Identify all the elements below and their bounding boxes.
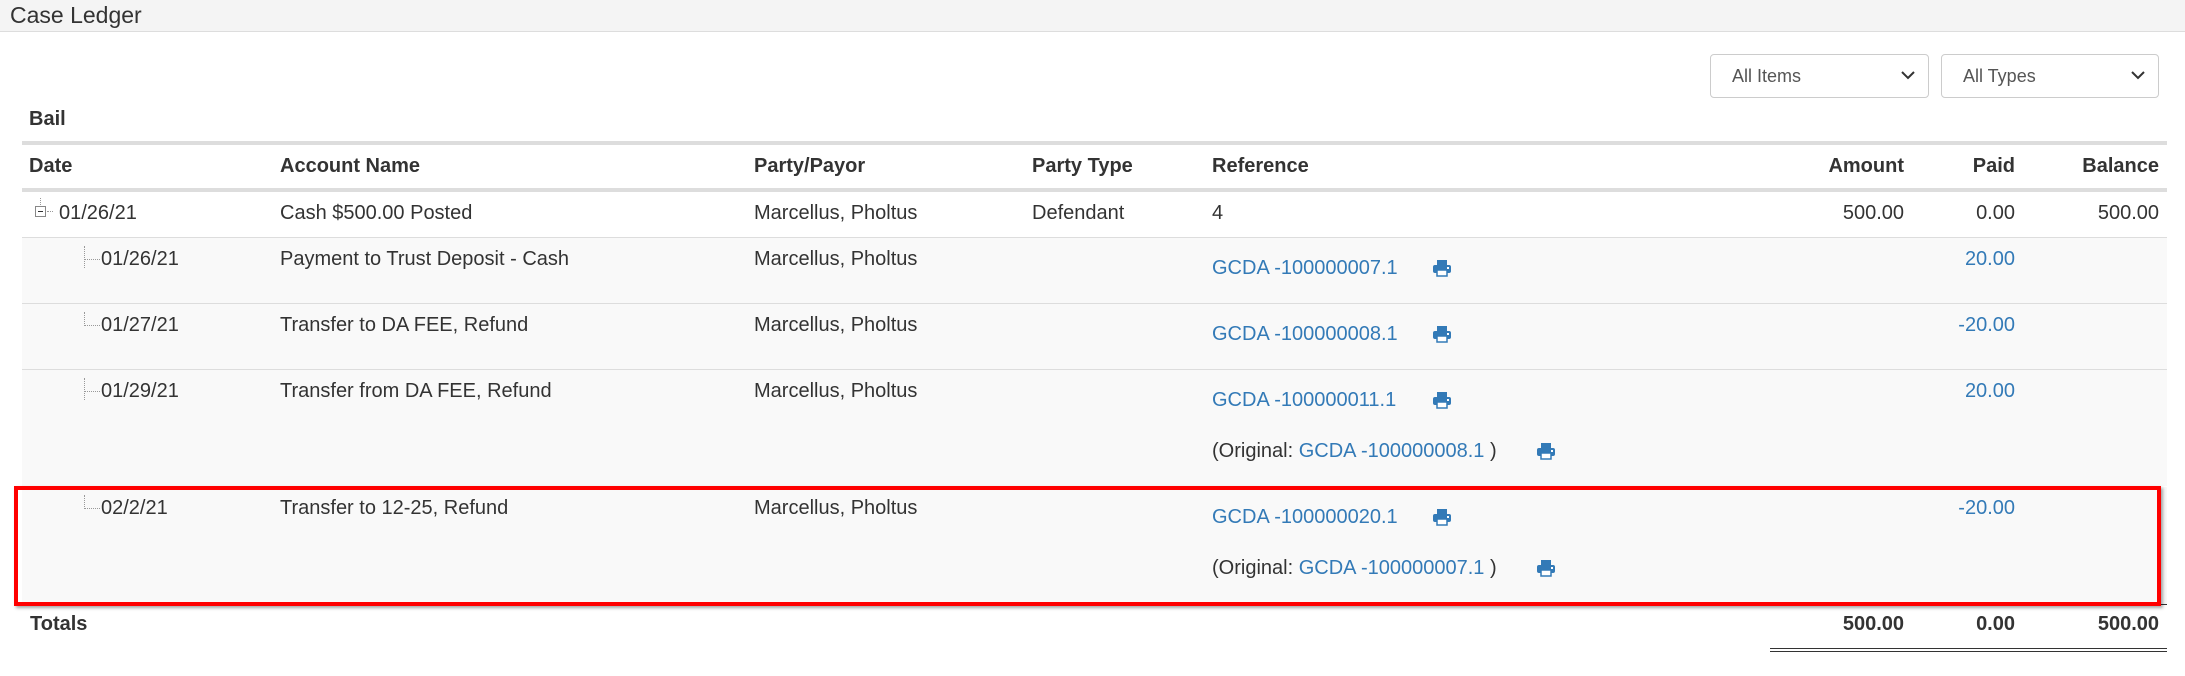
row-party: Marcellus, Pholtus: [754, 202, 918, 224]
col-header-date[interactable]: Date: [29, 155, 72, 178]
totals-double-underline: [1770, 651, 2167, 652]
page-title: Case Ledger: [10, 2, 142, 28]
row-account-name: Cash $500.00 Posted: [280, 202, 473, 224]
tree-connector: [85, 325, 100, 326]
row-paid-link[interactable]: -20.00: [1910, 497, 2015, 520]
row-account-name: Transfer from DA FEE, Refund: [280, 380, 552, 402]
row-party-type: Defendant: [1032, 202, 1125, 224]
totals-balance: 500.00: [2097, 613, 2159, 635]
totals-paid: 0.00: [1976, 613, 2015, 635]
row-amount: 500.00: [1842, 202, 1904, 224]
tree-connector: [84, 246, 85, 268]
table-row-child[interactable]: 01/27/21 Transfer to DA FEE, Refund Marc…: [22, 304, 2167, 369]
col-header-balance[interactable]: Balance: [2030, 155, 2159, 178]
reference-link[interactable]: GCDA -100000011.1: [1212, 389, 1396, 412]
table-row-child[interactable]: 01/26/21 Payment to Trust Deposit - Cash…: [22, 238, 2167, 303]
tree-connector: [84, 378, 85, 400]
tree-connector: [85, 259, 100, 260]
totals-divider: [22, 604, 2167, 605]
row-reference: 4: [1212, 202, 1224, 224]
col-header-amount[interactable]: Amount: [1700, 155, 1904, 178]
totals-label: Totals: [30, 613, 88, 635]
title-bar: Case Ledger: [0, 0, 2185, 32]
row-date: 02/2/21: [101, 497, 168, 519]
tree-connector: [85, 391, 100, 392]
col-header-paid[interactable]: Paid: [1910, 155, 2015, 178]
items-filter-value: All Items: [1732, 66, 1802, 86]
printer-icon[interactable]: [1432, 325, 1452, 343]
tree-connector: [47, 211, 53, 212]
row-date: 01/26/21: [101, 248, 179, 270]
tree-connector: [85, 508, 100, 509]
tree-connector: [40, 198, 41, 205]
chevron-down-icon: [1900, 69, 1916, 81]
row-party: Marcellus, Pholtus: [754, 314, 918, 336]
printer-icon[interactable]: [1432, 508, 1452, 526]
col-header-party-type[interactable]: Party Type: [1032, 155, 1133, 178]
row-account-name: Transfer to 12-25, Refund: [280, 497, 509, 519]
reference-link[interactable]: GCDA -100000020.1: [1212, 506, 1398, 529]
table-row-child-highlighted[interactable]: 02/2/21 Transfer to 12-25, Refund Marcel…: [22, 487, 2167, 604]
row-balance: 500.00: [2097, 202, 2159, 224]
table-row-parent[interactable]: 01/26/21 Cash $500.00 Posted Marcellus, …: [22, 192, 2167, 237]
printer-icon[interactable]: [1432, 391, 1452, 409]
col-header-account-name[interactable]: Account Name: [280, 155, 420, 178]
col-header-party-payor[interactable]: Party/Payor: [754, 155, 865, 178]
row-party: Marcellus, Pholtus: [754, 497, 918, 519]
col-header-reference[interactable]: Reference: [1212, 155, 1309, 178]
row-account-name: Payment to Trust Deposit - Cash: [280, 248, 570, 270]
row-paid-link[interactable]: -20.00: [1910, 314, 2015, 337]
totals-amount: 500.00: [1842, 613, 1904, 635]
section-label-bail: Bail: [29, 108, 66, 130]
row-paid: 0.00: [1976, 202, 2015, 224]
reference-link[interactable]: GCDA -100000007.1: [1212, 257, 1398, 280]
row-date: 01/27/21: [101, 314, 179, 336]
original-reference: (Original: GCDA -100000008.1 ): [1212, 440, 1497, 462]
row-paid-link[interactable]: 20.00: [1910, 380, 2015, 403]
tree-connector: [84, 312, 85, 326]
collapse-minus-icon[interactable]: [35, 206, 46, 217]
totals-double-underline: [1770, 648, 2167, 649]
printer-icon[interactable]: [1536, 442, 1556, 460]
table-row-child[interactable]: 01/29/21 Transfer from DA FEE, Refund Ma…: [22, 370, 2167, 486]
original-reference-link[interactable]: GCDA -100000007.1: [1299, 557, 1485, 579]
original-reference-link[interactable]: GCDA -100000008.1: [1299, 440, 1485, 462]
tree-connector: [84, 495, 85, 509]
row-party: Marcellus, Pholtus: [754, 248, 918, 270]
printer-icon[interactable]: [1536, 559, 1556, 577]
reference-link[interactable]: GCDA -100000008.1: [1212, 323, 1398, 346]
original-reference: (Original: GCDA -100000007.1 ): [1212, 557, 1497, 579]
row-date: 01/26/21: [59, 202, 137, 224]
chevron-down-icon: [2130, 69, 2146, 81]
types-filter-select[interactable]: All Types: [1941, 54, 2159, 98]
printer-icon[interactable]: [1432, 259, 1452, 277]
row-party: Marcellus, Pholtus: [754, 380, 918, 402]
row-account-name: Transfer to DA FEE, Refund: [280, 314, 529, 336]
items-filter-select[interactable]: All Items: [1710, 54, 1929, 98]
row-paid-link[interactable]: 20.00: [1910, 248, 2015, 271]
types-filter-value: All Types: [1963, 66, 2036, 86]
section-divider: [22, 141, 2167, 145]
row-date: 01/29/21: [101, 380, 179, 402]
